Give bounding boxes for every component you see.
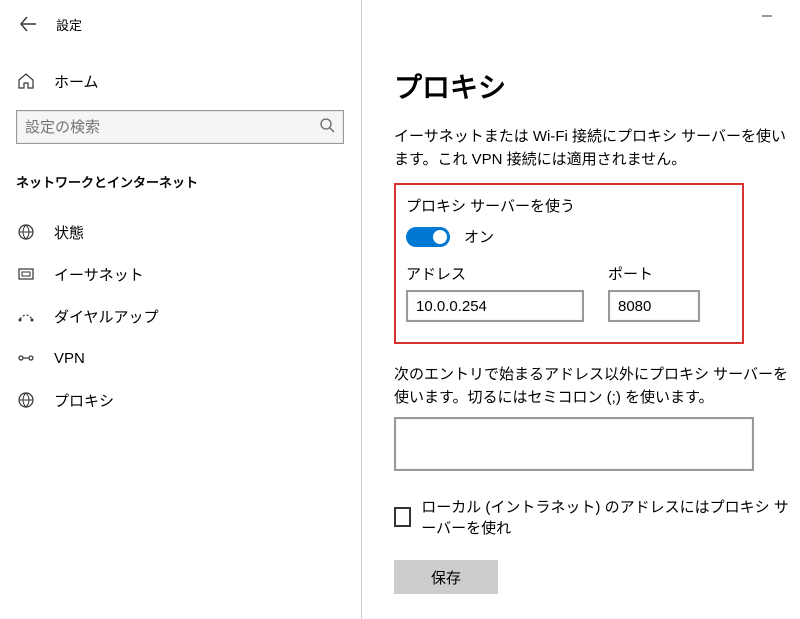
sidebar-home[interactable]: ホーム — [8, 60, 362, 102]
minimize-icon — [761, 10, 773, 22]
page-title: プロキシ — [394, 66, 800, 106]
exclude-textarea[interactable] — [394, 417, 754, 471]
local-checkbox[interactable] — [394, 507, 411, 527]
toggle-state-label: オン — [464, 226, 494, 247]
proxy-toggle[interactable] — [406, 227, 450, 247]
sidebar-item-label: VPN — [54, 350, 85, 367]
sidebar-item-proxy[interactable]: プロキシ — [8, 379, 362, 421]
address-label: アドレス — [406, 263, 584, 284]
search-box[interactable] — [16, 110, 344, 144]
proxy-icon — [16, 390, 36, 410]
search-input[interactable] — [25, 119, 319, 136]
port-label: ポート — [608, 263, 700, 284]
ethernet-icon — [16, 264, 36, 284]
local-checkbox-label: ローカル (イントラネット) のアドレスにはプロキシ サーバーを使れ — [421, 496, 800, 538]
sidebar-home-label: ホーム — [54, 71, 99, 92]
sidebar-item-label: イーサネット — [54, 264, 144, 285]
back-button[interactable] — [12, 8, 44, 40]
sidebar-item-label: プロキシ — [54, 390, 114, 411]
dialup-icon — [16, 306, 36, 326]
save-button[interactable]: 保存 — [394, 560, 498, 594]
category-title: ネットワークとインターネット — [8, 162, 362, 203]
use-proxy-label: プロキシ サーバーを使う — [406, 195, 720, 216]
arrow-left-icon — [19, 15, 37, 33]
minimize-button[interactable] — [744, 0, 790, 32]
description: イーサネットまたは Wi-Fi 接続にプロキシ サーバーを使います。これ VPN… — [394, 126, 800, 171]
search-icon — [319, 117, 335, 138]
sidebar-item-label: 状態 — [54, 222, 84, 243]
sidebar-item-vpn[interactable]: VPN — [8, 337, 362, 379]
port-input[interactable] — [608, 290, 700, 322]
proxy-settings-highlight: プロキシ サーバーを使う オン アドレス ポート — [394, 183, 744, 344]
sidebar-item-status[interactable]: 状態 — [8, 211, 362, 253]
header-title: 設定 — [56, 15, 82, 34]
address-input[interactable] — [406, 290, 584, 322]
exclude-description: 次のエントリで始まるアドレス以外にプロキシ サーバーを使います。切るにはセミコロ… — [394, 364, 800, 409]
vpn-icon — [16, 348, 36, 368]
status-icon — [16, 222, 36, 242]
sidebar-item-ethernet[interactable]: イーサネット — [8, 253, 362, 295]
home-icon — [16, 71, 36, 91]
sidebar-item-dialup[interactable]: ダイヤルアップ — [8, 295, 362, 337]
sidebar-item-label: ダイヤルアップ — [54, 306, 159, 327]
